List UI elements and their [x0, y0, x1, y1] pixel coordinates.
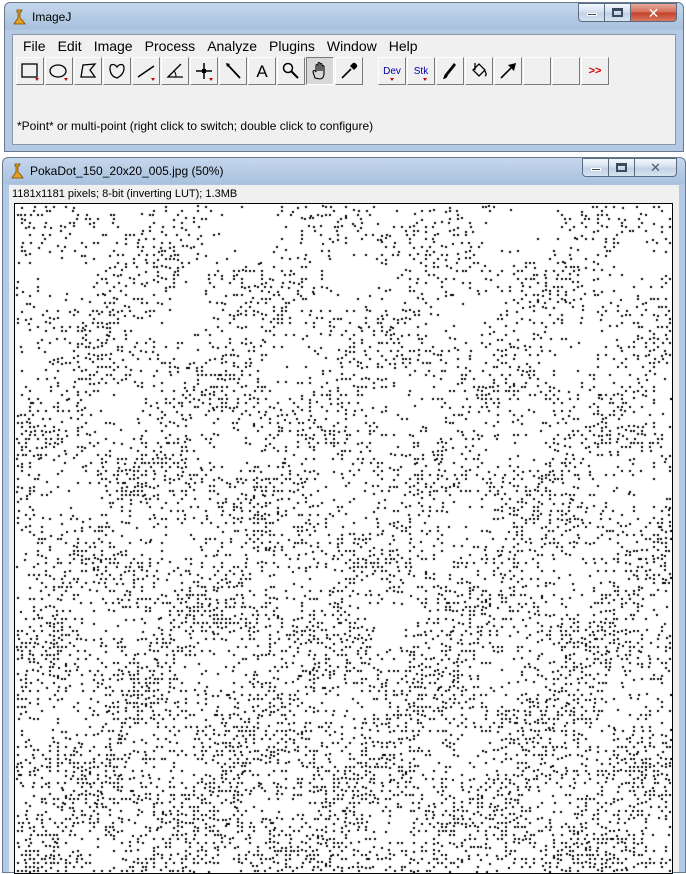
close-icon: ✕ — [650, 160, 661, 175]
rectangle-tool[interactable] — [16, 57, 44, 85]
image-close-button[interactable]: ✕ — [635, 158, 677, 177]
menu-file[interactable]: File — [17, 37, 52, 57]
status-bar: *Point* or multi-point (right click to s… — [17, 119, 374, 133]
color-picker-tool[interactable] — [335, 57, 363, 85]
imagej-logo-icon — [11, 163, 24, 179]
rectangle-icon — [21, 63, 39, 81]
maximize-button[interactable] — [605, 3, 631, 22]
polygon-tool[interactable] — [74, 57, 102, 85]
point-icon — [196, 63, 213, 81]
flood-fill-tool[interactable] — [465, 57, 493, 85]
hand-icon — [312, 61, 325, 80]
menu-help[interactable]: Help — [383, 37, 424, 57]
empty-tool-slot-1[interactable] — [523, 57, 551, 85]
hand-tool[interactable] — [306, 57, 334, 85]
maximize-icon — [612, 8, 623, 17]
main-client-area: File Edit Image Process Analyze Plugins … — [12, 34, 676, 145]
menu-window[interactable]: Window — [321, 37, 383, 57]
image-window-title: PokaDot_150_20x20_005.jpg (50%) — [30, 164, 224, 178]
freehand-icon — [109, 63, 125, 79]
menu-edit[interactable]: Edit — [52, 37, 88, 57]
minimize-icon — [591, 168, 601, 171]
imagej-logo-icon — [13, 9, 26, 25]
freehand-tool[interactable] — [103, 57, 131, 85]
polka-dot-image[interactable] — [15, 204, 672, 873]
text-icon: A — [256, 62, 268, 81]
oval-tool[interactable] — [45, 57, 73, 85]
menu-plugins[interactable]: Plugins — [263, 37, 321, 57]
image-title-bar[interactable]: PokaDot_150_20x20_005.jpg (50%) ✕ — [3, 158, 685, 184]
line-icon — [137, 65, 155, 81]
toolbar: A Dev Stk >> — [16, 57, 610, 87]
brush-tool[interactable] — [436, 57, 464, 85]
arrow-tool[interactable] — [494, 57, 522, 85]
menu-image[interactable]: Image — [88, 37, 139, 57]
imagej-main-window: ImageJ ✕ File Edit Image Process Analyze… — [4, 2, 684, 152]
dropdown-triangle-icon — [390, 78, 394, 81]
image-maximize-button[interactable] — [609, 158, 635, 177]
maximize-icon — [616, 163, 627, 172]
wand-icon — [226, 63, 241, 79]
more-tools-label: >> — [588, 65, 602, 77]
magnifier-icon — [282, 62, 299, 79]
menu-process[interactable]: Process — [139, 37, 202, 57]
text-tool[interactable]: A — [248, 57, 276, 85]
window-title: ImageJ — [32, 10, 72, 24]
image-info-line: 1181x1181 pixels; 8-bit (inverting LUT);… — [12, 188, 238, 200]
close-icon: ✕ — [647, 5, 660, 21]
empty-tool-slot-2[interactable] — [552, 57, 580, 85]
image-canvas[interactable] — [14, 203, 673, 874]
close-button[interactable]: ✕ — [631, 3, 677, 22]
angle-icon — [166, 63, 183, 78]
minimize-icon — [587, 13, 597, 16]
bucket-icon — [472, 63, 487, 77]
minimize-button[interactable] — [578, 3, 605, 22]
arrow-icon — [500, 63, 516, 79]
image-minimize-button[interactable] — [582, 158, 609, 177]
image-caption-buttons: ✕ — [582, 158, 677, 178]
caption-buttons: ✕ — [578, 3, 677, 23]
menu-analyze[interactable]: Analyze — [201, 37, 263, 57]
magnifier-tool[interactable] — [277, 57, 305, 85]
polygon-icon — [80, 63, 97, 78]
brush-icon — [443, 63, 456, 79]
title-bar[interactable]: ImageJ ✕ — [5, 3, 683, 33]
svg-text:A: A — [256, 62, 268, 81]
dev-menu-button[interactable]: Dev — [378, 57, 406, 85]
more-tools-button[interactable]: >> — [581, 57, 609, 85]
point-tool[interactable] — [190, 57, 218, 85]
angle-tool[interactable] — [161, 57, 189, 85]
menu-bar: File Edit Image Process Analyze Plugins … — [17, 37, 424, 57]
image-client-area: 1181x1181 pixels; 8-bit (inverting LUT);… — [9, 185, 679, 874]
oval-icon — [49, 64, 68, 81]
dropdown-triangle-icon — [423, 78, 427, 81]
image-window: PokaDot_150_20x20_005.jpg (50%) ✕ 1181x1… — [2, 157, 686, 874]
dropper-icon — [341, 62, 358, 79]
wand-tool[interactable] — [219, 57, 247, 85]
line-tool[interactable] — [132, 57, 160, 85]
stk-menu-button[interactable]: Stk — [407, 57, 435, 85]
